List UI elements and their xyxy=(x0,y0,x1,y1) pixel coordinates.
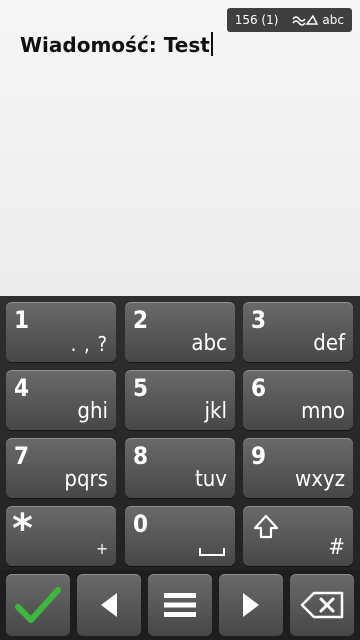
key-number: 5 xyxy=(133,374,149,402)
key-letters: ghi xyxy=(77,399,108,424)
message-text-field[interactable]: Wiadomość: Test xyxy=(20,32,213,57)
key-letters: wxyz xyxy=(295,467,345,492)
key-0[interactable]: 0 xyxy=(125,506,235,566)
key-number: 3 xyxy=(251,306,267,334)
key-number: 6 xyxy=(251,374,267,402)
checkmark-icon xyxy=(15,585,61,625)
message-editor[interactable]: 156 (1) abc Wiadomość: Test xyxy=(0,0,360,296)
shift-icon xyxy=(253,514,279,544)
key-7[interactable]: 7 pqrs xyxy=(6,438,116,498)
key-3[interactable]: 3 def xyxy=(243,302,353,362)
backspace-button[interactable] xyxy=(290,574,354,636)
character-counter: 156 (1) xyxy=(234,13,279,27)
key-number: 7 xyxy=(14,442,30,470)
confirm-button[interactable] xyxy=(6,574,70,636)
key-letters: tuv xyxy=(194,467,227,492)
key-1[interactable]: 1 . , ? xyxy=(6,302,116,362)
key-letters: pqrs xyxy=(64,467,108,492)
menu-button[interactable] xyxy=(148,574,212,636)
key-number: 8 xyxy=(133,442,149,470)
message-text: Wiadomość: Test xyxy=(20,33,210,57)
arrow-right-icon xyxy=(241,591,261,619)
key-letters: + xyxy=(95,539,108,558)
key-hash[interactable]: # xyxy=(243,506,353,566)
numeric-keypad: 1 . , ? 2 abc 3 def 4 ghi 5 jkl 6 mno 7 … xyxy=(0,296,360,570)
key-letters: mno xyxy=(301,399,345,424)
key-number: 1 xyxy=(14,306,30,334)
key-number: 2 xyxy=(133,306,149,334)
key-number: 4 xyxy=(14,374,30,402)
key-6[interactable]: 6 mno xyxy=(243,370,353,430)
key-letters: abc xyxy=(191,331,227,356)
space-icon xyxy=(199,548,225,556)
input-mode-indicator: abc xyxy=(292,8,344,32)
key-5[interactable]: 5 jkl xyxy=(125,370,235,430)
key-number: 9 xyxy=(251,442,267,470)
key-letters: jkl xyxy=(204,399,227,424)
key-letters: . , ? xyxy=(70,332,108,356)
key-8[interactable]: 8 tuv xyxy=(125,438,235,498)
key-2[interactable]: 2 abc xyxy=(125,302,235,362)
key-number: 0 xyxy=(133,510,149,538)
backspace-icon xyxy=(300,591,344,619)
key-letters: # xyxy=(328,535,345,560)
bottom-toolbar xyxy=(0,570,360,640)
key-number: * xyxy=(12,506,33,552)
input-mode-label: abc xyxy=(322,13,344,27)
text-caret xyxy=(210,32,213,56)
key-letters: def xyxy=(313,331,345,356)
cursor-left-button[interactable] xyxy=(77,574,141,636)
status-indicator: 156 (1) abc xyxy=(226,8,352,32)
key-4[interactable]: 4 ghi xyxy=(6,370,116,430)
predictive-text-icon xyxy=(292,14,319,26)
arrow-left-icon xyxy=(99,591,119,619)
key-9[interactable]: 9 wxyz xyxy=(243,438,353,498)
menu-icon xyxy=(164,592,196,618)
cursor-right-button[interactable] xyxy=(219,574,283,636)
key-star[interactable]: * + xyxy=(6,506,116,566)
